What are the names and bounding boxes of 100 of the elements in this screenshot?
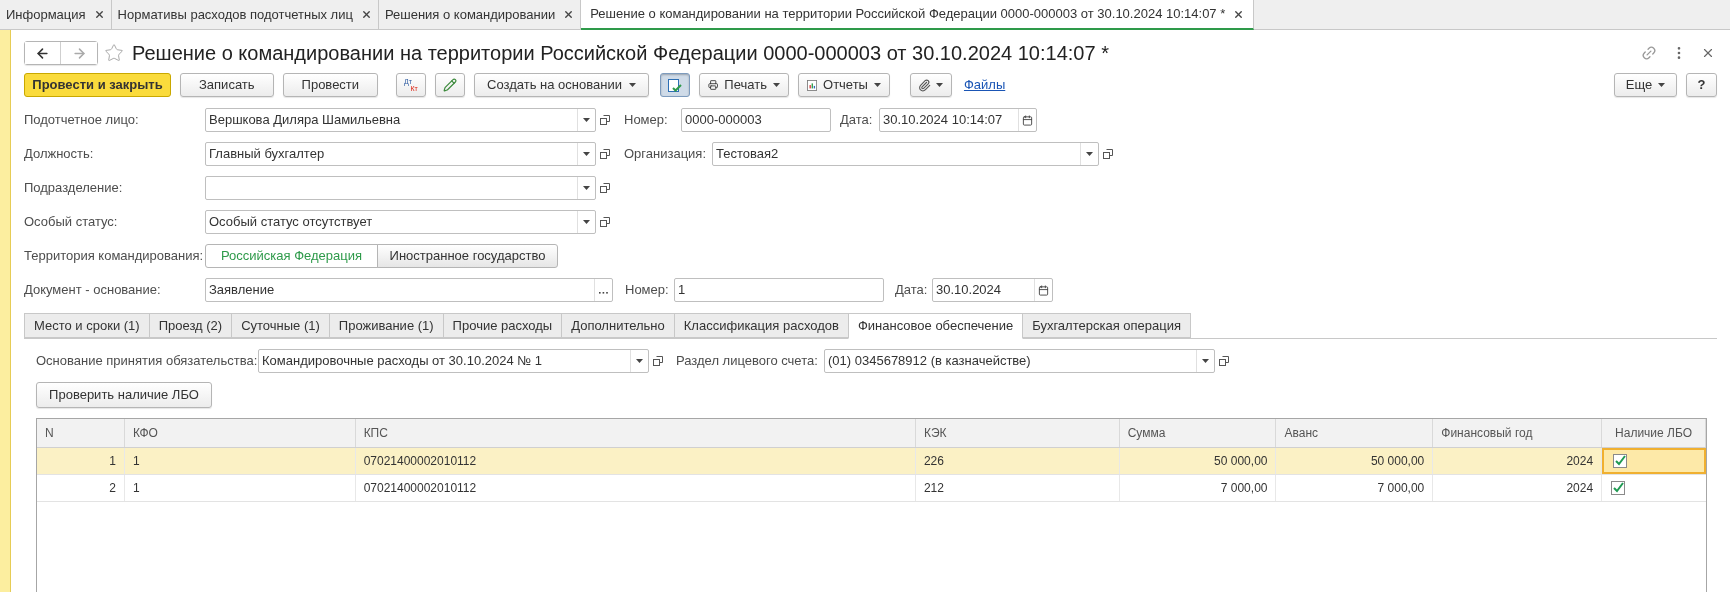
- table-cell: 7 000,00: [1119, 475, 1277, 501]
- checkbox[interactable]: [1613, 454, 1628, 468]
- input-field[interactable]: Вершкова Диляра Шамильевна: [205, 108, 596, 132]
- report-icon: [806, 78, 817, 92]
- field-label: Документ - основание:: [24, 281, 162, 300]
- column-header[interactable]: КПС: [355, 419, 916, 447]
- field-label: Территория командирования:: [24, 247, 205, 266]
- document-check-icon: [667, 77, 683, 93]
- input-field[interactable]: 30.10.2024 10:14:07: [879, 108, 1037, 132]
- toolbar-button[interactable]: Записать: [180, 73, 274, 97]
- open-icon: [599, 115, 610, 125]
- open-icon: [599, 217, 610, 227]
- section-tab[interactable]: Классификация расходов: [673, 313, 849, 338]
- close-tab-icon[interactable]: [360, 9, 372, 20]
- input-field[interactable]: [205, 176, 596, 200]
- caret-icon: [873, 83, 881, 87]
- column-header[interactable]: Сумма: [1119, 419, 1277, 447]
- section-tab[interactable]: Бухгалтерская операция: [1022, 313, 1191, 338]
- close-tab-icon[interactable]: [1233, 8, 1245, 20]
- field-label: Основание принятия обязательства:: [36, 352, 258, 371]
- dropdown-icon: [1086, 152, 1093, 156]
- print-button[interactable]: Печать: [698, 73, 789, 97]
- dropdown-icon: [583, 220, 590, 224]
- back-button[interactable]: [25, 42, 61, 64]
- input-field[interactable]: Особый статус отсутствует: [205, 210, 596, 234]
- calendar-icon: [1022, 114, 1033, 126]
- help-button[interactable]: ?: [1686, 73, 1717, 97]
- create-based-on-button[interactable]: Создать на основании: [474, 73, 649, 97]
- field-label: Подотчетное лицо:: [24, 111, 140, 130]
- dropdown-icon: [583, 152, 590, 156]
- table-cell: 50 000,00: [1119, 448, 1277, 474]
- attachment-button[interactable]: [909, 73, 952, 97]
- reports-button[interactable]: Отчеты: [797, 73, 890, 97]
- table-cell: 2: [37, 475, 125, 501]
- table-cell: 1: [37, 448, 125, 474]
- checkbox[interactable]: [1611, 481, 1626, 495]
- window-tab[interactable]: Информация: [0, 0, 112, 29]
- star-icon[interactable]: [104, 43, 124, 63]
- dropdown-icon: [583, 118, 590, 122]
- open-icon: [652, 356, 663, 366]
- section-tab[interactable]: Финансовое обеспечение: [847, 313, 1024, 339]
- open-icon: [1102, 149, 1113, 159]
- dropdown-icon: [1202, 359, 1209, 363]
- field-label: Подразделение:: [24, 179, 124, 198]
- section-tab[interactable]: Проезд (2): [148, 313, 233, 338]
- close-tab-icon[interactable]: [93, 9, 105, 20]
- input-field[interactable]: Тестовая2: [712, 142, 1099, 166]
- window-tab[interactable]: Решение о командировании на территории Российской Федерации 0000-000003 от 30.10.2024 10:14:07 *: [581, 0, 1255, 30]
- paperclip-icon: [918, 78, 932, 92]
- forward-arrow-icon: [71, 45, 87, 61]
- caret-icon: [936, 83, 944, 87]
- column-header[interactable]: Финансовый год: [1433, 419, 1603, 447]
- column-header[interactable]: Наличие ЛБО: [1602, 419, 1706, 447]
- pencil-button[interactable]: [435, 73, 466, 97]
- column-header[interactable]: КЭК: [915, 419, 1120, 447]
- column-header[interactable]: N: [37, 419, 125, 447]
- open-icon: [599, 183, 610, 193]
- table-cell: 7 000,00: [1276, 475, 1434, 501]
- territory-option[interactable]: Иностранное государство: [377, 244, 558, 268]
- section-tab[interactable]: Проживание (1): [328, 313, 444, 338]
- field-label: Номер:: [624, 111, 669, 130]
- toolbar-button[interactable]: Провести: [282, 73, 379, 97]
- toggle-button[interactable]: [659, 73, 690, 97]
- input-field[interactable]: Командировочные расходы от 30.10.2024 № 1: [258, 349, 649, 373]
- territory-option[interactable]: Российская Федерация: [205, 244, 378, 268]
- close-tab-icon[interactable]: [563, 9, 575, 20]
- input-field[interactable]: 1: [674, 278, 884, 302]
- column-header[interactable]: КФО: [124, 419, 356, 447]
- more-button[interactable]: Еще: [1614, 73, 1677, 97]
- section-tab[interactable]: Прочие расходы: [442, 313, 563, 338]
- input-field[interactable]: (01) 0345678912 (в казначействе): [824, 349, 1215, 373]
- printer-icon: [707, 78, 719, 92]
- table-row[interactable]: 1 1 07021400002010112 226 50 000,00 50 000,00 2024: [37, 448, 1706, 475]
- check-lbo-button[interactable]: Проверить наличие ЛБО: [36, 382, 212, 408]
- table-cell: 212: [915, 475, 1120, 501]
- window-title: Решение о командировании на территории Российской Федерации 0000-000003 от 30.10.2024 10:14:07 *: [132, 41, 1109, 66]
- dropdown-icon: [583, 186, 590, 190]
- post-and-close-button[interactable]: Провести и закрыть: [24, 73, 171, 97]
- section-tab[interactable]: Суточные (1): [231, 313, 330, 338]
- field-label: Номер:: [625, 281, 670, 300]
- input-field[interactable]: 30.10.2024: [932, 278, 1053, 302]
- input-field[interactable]: Заявление: [205, 278, 613, 302]
- table-row[interactable]: 2 1 07021400002010112 212 7 000,00 7 000,00 2024: [37, 475, 1706, 502]
- open-icon: [599, 149, 610, 159]
- table-cell: 226: [915, 448, 1120, 474]
- table-cell: 1: [124, 475, 356, 501]
- section-tab[interactable]: Дополнительно: [561, 313, 675, 338]
- input-field[interactable]: Главный бухгалтер: [205, 142, 596, 166]
- caret-icon: [628, 83, 636, 87]
- files-link[interactable]: Файлы: [963, 75, 1006, 95]
- column-header[interactable]: Аванс: [1276, 419, 1434, 447]
- window-tab[interactable]: Нормативы расходов подотчетных лиц: [111, 0, 379, 29]
- table-cell: 50 000,00: [1276, 448, 1434, 474]
- table-cell: 07021400002010112: [355, 448, 916, 474]
- section-tab[interactable]: Место и сроки (1): [24, 313, 150, 338]
- input-field[interactable]: 0000-000003: [681, 108, 831, 132]
- close-icon[interactable]: [1701, 46, 1715, 60]
- caret-icon: [1658, 83, 1666, 87]
- table-cell: 1: [124, 448, 356, 474]
- open-icon: [1218, 356, 1229, 366]
